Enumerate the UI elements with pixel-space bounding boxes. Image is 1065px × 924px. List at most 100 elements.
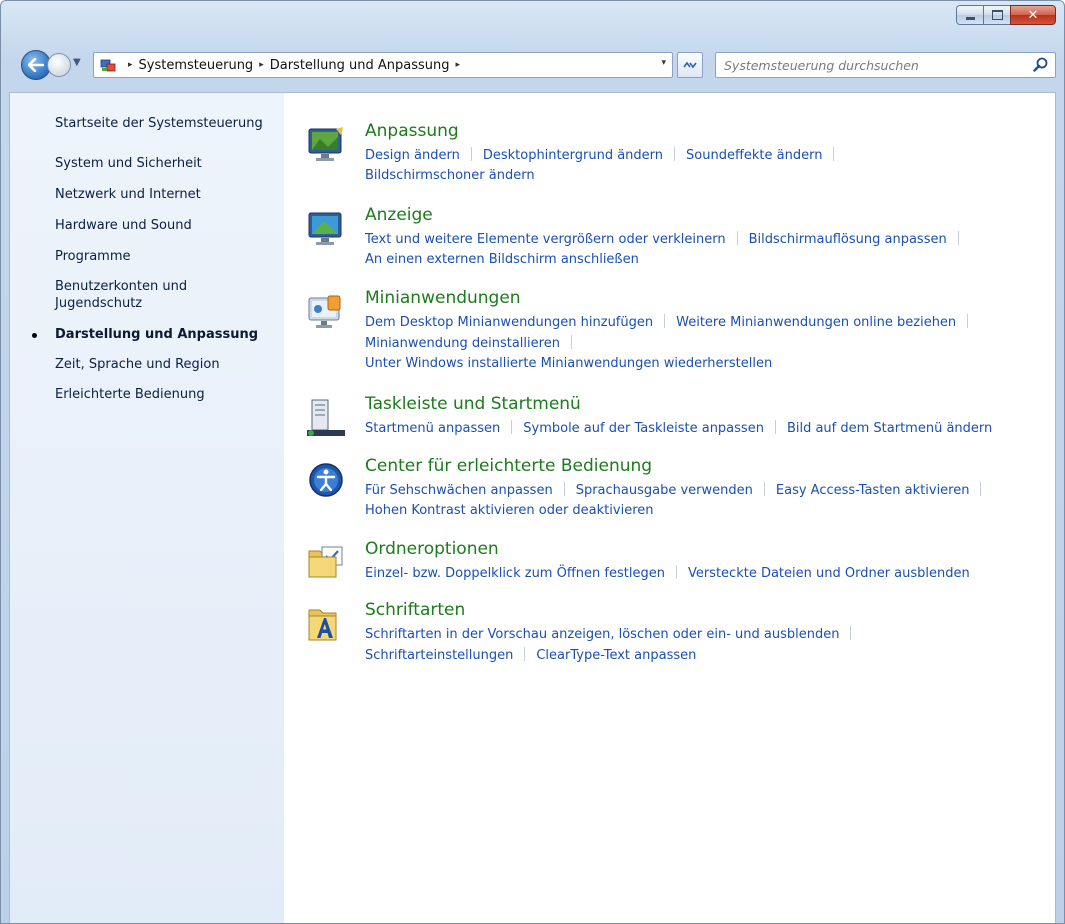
- link-separator: [570, 335, 572, 349]
- nav-darstellung-anpassung: Darstellung und Anpassung: [55, 327, 259, 342]
- link-design-aendern[interactable]: Design ändern: [365, 148, 460, 163]
- main-pane: Anpassung Design ändern Desktophintergrun…: [284, 93, 1055, 923]
- link-separator: [674, 147, 676, 161]
- breadcrumb-separator[interactable]: ▸: [128, 60, 133, 70]
- link-soundeffekte[interactable]: Soundeffekte ändern: [686, 148, 822, 163]
- search-icon[interactable]: [1031, 55, 1051, 75]
- link-separator: [967, 314, 969, 328]
- display-monitor-icon[interactable]: [306, 209, 346, 249]
- link-bildschirmaufloesung[interactable]: Bildschirmauflösung anpassen: [749, 232, 947, 247]
- address-bar[interactable]: ▸ Systemsteuerung ▸ Darstellung und Anpa…: [93, 52, 673, 78]
- nav-benutzerkonten-line1: Benutzerkonten und: [55, 279, 188, 294]
- nav-netzwerk-internet[interactable]: Netzwerk und Internet: [55, 186, 201, 203]
- link-symbole-taskleiste[interactable]: Symbole auf der Taskleiste anpassen: [523, 421, 764, 436]
- navigation-bar: ▼ ▸ Systemsteuerung ▸ Darstellung und An…: [21, 50, 1056, 80]
- nav-programme[interactable]: Programme: [55, 248, 131, 265]
- link-row: Für Sehschwächen anpassen Sprachausgabe v…: [365, 482, 992, 498]
- search-input[interactable]: [716, 55, 1031, 75]
- link-row: Hohen Kontrast aktivieren oder deaktivie…: [365, 503, 654, 518]
- search-box: [715, 52, 1056, 78]
- navigation-pane: Startseite der Systemsteuerung System un…: [10, 93, 284, 923]
- link-versteckte-dateien[interactable]: Versteckte Dateien und Ordner ausblenden: [688, 566, 970, 581]
- minimize-icon: [965, 16, 975, 20]
- link-einzel-doppelklick[interactable]: Einzel- bzw. Doppelklick zum Öffnen fest…: [365, 566, 665, 581]
- category-title[interactable]: Schriftarten: [365, 600, 465, 620]
- breadcrumb-separator[interactable]: ▸: [456, 60, 461, 70]
- link-sprachausgabe[interactable]: Sprachausgabe verwenden: [576, 483, 753, 498]
- link-separator: [763, 482, 765, 496]
- gadgets-icon[interactable]: [306, 292, 346, 332]
- nav-benutzerkonten-line2: Jugendschutz: [55, 296, 143, 311]
- link-text-vergroessern[interactable]: Text und weitere Elemente vergrößern ode…: [365, 232, 726, 247]
- nav-benutzerkonten[interactable]: Benutzerkonten und Jugendschutz: [55, 278, 187, 312]
- nav-system-sicherheit[interactable]: System und Sicherheit: [55, 155, 202, 172]
- link-sehschwaechen[interactable]: Für Sehschwächen anpassen: [365, 483, 553, 498]
- link-separator: [957, 231, 959, 245]
- link-separator: [850, 626, 852, 640]
- maximize-icon: [991, 10, 1003, 20]
- nav-hardware-sound[interactable]: Hardware und Sound: [55, 217, 192, 234]
- close-button[interactable]: ✕: [1010, 5, 1056, 25]
- current-page-bullet: [32, 333, 37, 338]
- link-separator: [736, 231, 738, 245]
- link-row: An einen externen Bildschirm anschließen: [365, 252, 639, 267]
- link-schriftarten-vorschau[interactable]: Schriftarten in der Vorschau anzeigen, l…: [365, 627, 839, 642]
- refresh-icon: [683, 61, 697, 69]
- link-schriftarteinstellungen[interactable]: Schriftarteinstellungen: [365, 648, 513, 663]
- link-separator: [980, 482, 982, 496]
- minimize-button[interactable]: [956, 5, 984, 25]
- refresh-button[interactable]: [677, 52, 703, 78]
- link-easy-access-tasten[interactable]: Easy Access-Tasten aktivieren: [776, 483, 970, 498]
- link-row: Dem Desktop Minianwendungen hinzufügen We…: [365, 314, 979, 330]
- link-separator: [664, 314, 666, 328]
- link-separator: [675, 565, 677, 579]
- link-row: Einzel- bzw. Doppelklick zum Öffnen fest…: [365, 565, 970, 581]
- close-icon: ✕: [1027, 7, 1039, 23]
- link-minianwendungen-hinzufuegen[interactable]: Dem Desktop Minianwendungen hinzufügen: [365, 315, 653, 330]
- link-cleartype[interactable]: ClearType-Text anpassen: [536, 648, 696, 663]
- category-title[interactable]: Anzeige: [365, 205, 433, 225]
- link-startmenue-anpassen[interactable]: Startmenü anpassen: [365, 421, 500, 436]
- breadcrumb-systemsteuerung[interactable]: Systemsteuerung: [139, 58, 254, 73]
- link-separator: [470, 147, 472, 161]
- control-panel-icon: [100, 59, 116, 72]
- link-row: Unter Windows installierte Minianwendung…: [365, 356, 772, 371]
- breadcrumb-darstellung[interactable]: Darstellung und Anpassung: [270, 58, 450, 73]
- link-row: Schriftarteinstellungen ClearType-Text an…: [365, 647, 696, 663]
- link-minianwendung-deinstallieren[interactable]: Minianwendung deinstallieren: [365, 336, 560, 351]
- fonts-icon[interactable]: [306, 604, 346, 644]
- link-minianwendungen-wiederherstellen[interactable]: Unter Windows installierte Minianwendung…: [365, 356, 772, 371]
- caption-buttons: ✕: [956, 5, 1056, 25]
- link-row: Minianwendung deinstallieren: [365, 335, 583, 351]
- link-externer-bildschirm[interactable]: An einen externen Bildschirm anschließen: [365, 252, 639, 267]
- link-bild-startmenue[interactable]: Bild auf dem Startmenü ändern: [787, 421, 992, 436]
- taskbar-icon[interactable]: [306, 398, 346, 438]
- desktop-personalize-icon[interactable]: [306, 125, 346, 165]
- link-row: Text und weitere Elemente vergrößern ode…: [365, 231, 970, 247]
- link-row: Design ändern Desktophintergrund ändern So…: [365, 147, 845, 163]
- maximize-button[interactable]: [983, 5, 1011, 25]
- category-title[interactable]: Minianwendungen: [365, 288, 521, 308]
- chevron-down-icon: ▼: [73, 57, 81, 68]
- folder-options-icon[interactable]: [306, 543, 346, 583]
- link-bildschirmschoner[interactable]: Bildschirmschoner ändern: [365, 168, 535, 183]
- control-panel-window: ✕ ▼ ▸ Systemsteuerung ▸ Darstellung und …: [0, 0, 1065, 924]
- breadcrumb-separator[interactable]: ▸: [259, 60, 264, 70]
- category-title[interactable]: Center für erleichterte Bedienung: [365, 456, 652, 476]
- link-hoher-kontrast[interactable]: Hohen Kontrast aktivieren oder deaktivie…: [365, 503, 654, 518]
- link-row: Schriftarten in der Vorschau anzeigen, l…: [365, 626, 862, 642]
- recent-pages-button[interactable]: ▼: [73, 57, 81, 68]
- link-separator: [524, 647, 526, 661]
- nav-erleichterte-bedienung[interactable]: Erleichterte Bedienung: [55, 386, 205, 403]
- link-minianwendungen-online[interactable]: Weitere Minianwendungen online beziehen: [676, 315, 956, 330]
- category-title[interactable]: Anpassung: [365, 121, 459, 141]
- link-desktophintergrund[interactable]: Desktophintergrund ändern: [483, 148, 663, 163]
- category-title[interactable]: Ordneroptionen: [365, 539, 499, 559]
- address-dropdown-button[interactable]: ▾: [661, 58, 666, 68]
- nav-zeit-sprache-region[interactable]: Zeit, Sprache und Region: [55, 356, 220, 373]
- category-title[interactable]: Taskleiste und Startmenü: [365, 394, 581, 414]
- ease-of-access-icon[interactable]: [306, 460, 346, 500]
- link-separator: [774, 420, 776, 434]
- forward-button[interactable]: [47, 53, 71, 77]
- nav-startseite[interactable]: Startseite der Systemsteuerung: [55, 115, 263, 132]
